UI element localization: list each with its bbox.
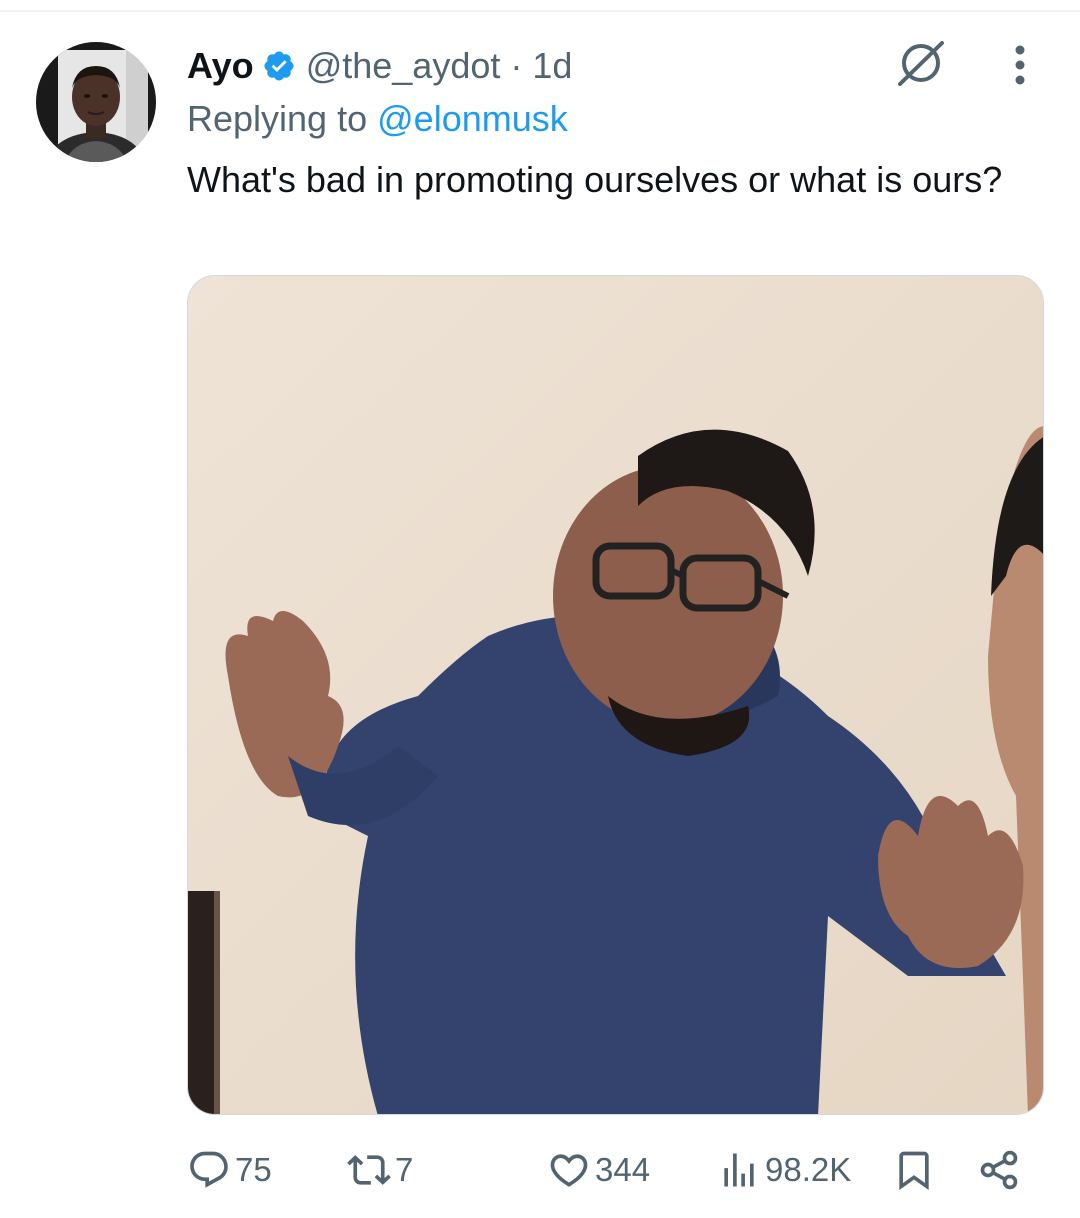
reply-mention-link[interactable]: @elonmusk — [377, 98, 568, 139]
avatar[interactable] — [36, 42, 156, 162]
reply-button[interactable]: 75 — [187, 1140, 272, 1200]
separator-dot: · — [510, 45, 523, 86]
tweet-text: What's bad in promoting ourselves or wha… — [187, 159, 1003, 200]
bookmark-button[interactable] — [892, 1140, 936, 1200]
replying-to-label: Replying to — [187, 98, 368, 139]
media-illustration — [188, 276, 1043, 1114]
views-count: 98.2K — [765, 1151, 852, 1188]
tweet-timestamp[interactable]: 1d — [532, 45, 572, 87]
repost-count: 7 — [395, 1151, 414, 1188]
share-icon — [977, 1148, 1021, 1192]
views-button[interactable]: 98.2K — [717, 1140, 851, 1200]
repost-icon — [347, 1148, 391, 1192]
like-icon — [547, 1148, 591, 1192]
display-name[interactable]: Ayo — [187, 45, 254, 87]
avatar-image — [36, 42, 156, 162]
verified-badge-icon — [262, 49, 296, 83]
reply-count: 75 — [235, 1151, 272, 1188]
grok-icon[interactable] — [890, 38, 952, 88]
more-options-icon[interactable] — [1000, 40, 1040, 90]
like-count: 344 — [595, 1151, 651, 1188]
share-button[interactable] — [977, 1140, 1021, 1200]
bookmark-icon — [892, 1148, 936, 1192]
reply-icon — [187, 1148, 231, 1192]
tweet-actions: 75 7 344 98.2K — [187, 1140, 1037, 1200]
top-divider — [0, 10, 1080, 12]
like-button[interactable]: 344 — [547, 1140, 650, 1200]
tweet-header: Ayo @the_aydot · 1d — [187, 38, 572, 94]
tweet-media-image[interactable] — [187, 275, 1044, 1115]
user-handle[interactable]: @the_aydot — [306, 45, 501, 87]
repost-button[interactable]: 7 — [347, 1140, 413, 1200]
replying-to-line: Replying to @elonmusk — [187, 98, 568, 140]
views-icon — [717, 1148, 761, 1192]
